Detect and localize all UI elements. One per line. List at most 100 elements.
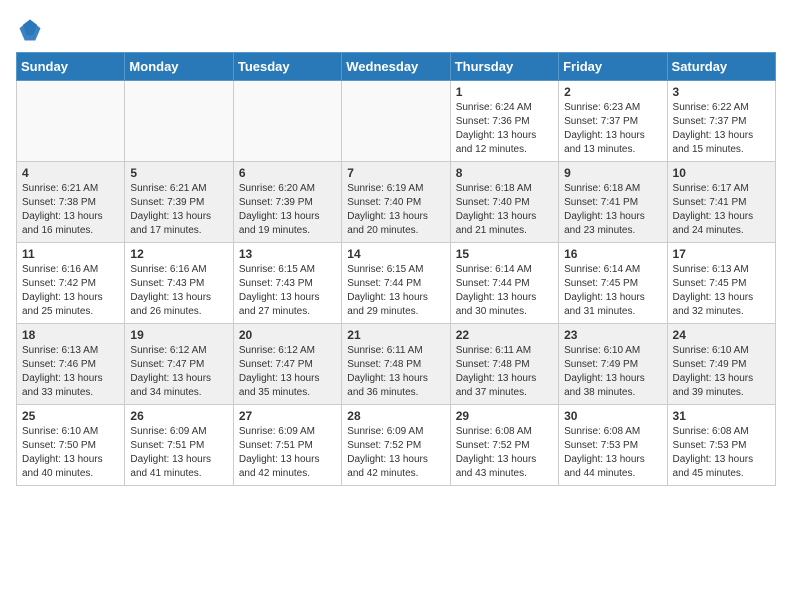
calendar-cell: 15 Sunrise: 6:14 AMSunset: 7:44 PMDayligh… [450, 243, 558, 324]
weekday-header: Sunday [17, 53, 125, 81]
day-info: Sunrise: 6:18 AMSunset: 7:40 PMDaylight:… [456, 182, 553, 238]
day-info: Sunrise: 6:14 AMSunset: 7:44 PMDaylight:… [456, 263, 553, 319]
logo-icon [16, 16, 44, 44]
calendar-cell: 20 Sunrise: 6:12 AMSunset: 7:47 PMDayligh… [233, 324, 341, 405]
day-number: 30 [564, 409, 661, 423]
day-info: Sunrise: 6:10 AMSunset: 7:49 PMDaylight:… [673, 344, 770, 400]
day-info: Sunrise: 6:19 AMSunset: 7:40 PMDaylight:… [347, 182, 444, 238]
calendar-week-row: 18 Sunrise: 6:13 AMSunset: 7:46 PMDayligh… [17, 324, 776, 405]
logo [16, 16, 48, 44]
day-number: 21 [347, 328, 444, 342]
calendar-cell: 4Sunrise: 6:21 AMSunset: 7:38 PMDaylight… [17, 162, 125, 243]
weekday-header: Tuesday [233, 53, 341, 81]
calendar-cell: 1 Sunrise: 6:24 AMSunset: 7:36 PMDaylight… [450, 81, 558, 162]
calendar-cell: 31 Sunrise: 6:08 AMSunset: 7:53 PMDayligh… [667, 405, 775, 486]
calendar-cell: 9 Sunrise: 6:18 AMSunset: 7:41 PMDaylight… [559, 162, 667, 243]
calendar-cell: 21Sunrise: 6:11 AMSunset: 7:48 PMDayligh… [342, 324, 450, 405]
calendar-cell: 5 Sunrise: 6:21 AMSunset: 7:39 PMDaylight… [125, 162, 233, 243]
day-info: Sunrise: 6:12 AMSunset: 7:47 PMDaylight:… [239, 344, 336, 400]
day-info: Sunrise: 6:09 AMSunset: 7:51 PMDaylight:… [130, 425, 227, 481]
day-number: 13 [239, 247, 336, 261]
calendar-cell: 14 Sunrise: 6:15 AMSunset: 7:44 PMDayligh… [342, 243, 450, 324]
day-info: Sunrise: 6:24 AMSunset: 7:36 PMDaylight:… [456, 101, 553, 157]
day-info: Sunrise: 6:23 AMSunset: 7:37 PMDaylight:… [564, 101, 661, 157]
calendar-cell: 17Sunrise: 6:13 AMSunset: 7:45 PMDayligh… [667, 243, 775, 324]
day-number: 12 [130, 247, 227, 261]
day-number: 10 [673, 166, 770, 180]
day-number: 7 [347, 166, 444, 180]
day-number: 2 [564, 85, 661, 99]
day-info: Sunrise: 6:13 AMSunset: 7:46 PMDaylight:… [22, 344, 119, 400]
weekday-header: Thursday [450, 53, 558, 81]
calendar-cell: 28Sunrise: 6:09 AMSunset: 7:52 PMDayligh… [342, 405, 450, 486]
day-number: 14 [347, 247, 444, 261]
day-info: Sunrise: 6:10 AMSunset: 7:50 PMDaylight:… [22, 425, 119, 481]
day-info: Sunrise: 6:22 AMSunset: 7:37 PMDaylight:… [673, 101, 770, 157]
calendar-cell: 30 Sunrise: 6:08 AMSunset: 7:53 PMDayligh… [559, 405, 667, 486]
calendar-week-row: 1 Sunrise: 6:24 AMSunset: 7:36 PMDaylight… [17, 81, 776, 162]
day-number: 25 [22, 409, 119, 423]
day-info: Sunrise: 6:12 AMSunset: 7:47 PMDaylight:… [130, 344, 227, 400]
weekday-header: Wednesday [342, 53, 450, 81]
calendar-week-row: 25 Sunrise: 6:10 AMSunset: 7:50 PMDayligh… [17, 405, 776, 486]
calendar-cell: 2 Sunrise: 6:23 AMSunset: 7:37 PMDaylight… [559, 81, 667, 162]
day-number: 15 [456, 247, 553, 261]
calendar-cell: 13 Sunrise: 6:15 AMSunset: 7:43 PMDayligh… [233, 243, 341, 324]
day-number: 18 [22, 328, 119, 342]
day-number: 27 [239, 409, 336, 423]
day-number: 4 [22, 166, 119, 180]
day-info: Sunrise: 6:09 AMSunset: 7:51 PMDaylight:… [239, 425, 336, 481]
day-number: 16 [564, 247, 661, 261]
calendar-header-row: SundayMondayTuesdayWednesdayThursdayFrid… [17, 53, 776, 81]
day-info: Sunrise: 6:15 AMSunset: 7:44 PMDaylight:… [347, 263, 444, 319]
day-number: 1 [456, 85, 553, 99]
calendar-cell: 26 Sunrise: 6:09 AMSunset: 7:51 PMDayligh… [125, 405, 233, 486]
calendar-cell: 23 Sunrise: 6:10 AMSunset: 7:49 PMDayligh… [559, 324, 667, 405]
day-number: 17 [673, 247, 770, 261]
day-number: 5 [130, 166, 227, 180]
calendar-cell [342, 81, 450, 162]
day-info: Sunrise: 6:18 AMSunset: 7:41 PMDaylight:… [564, 182, 661, 238]
day-number: 9 [564, 166, 661, 180]
day-number: 24 [673, 328, 770, 342]
day-info: Sunrise: 6:08 AMSunset: 7:52 PMDaylight:… [456, 425, 553, 481]
calendar-cell: 27 Sunrise: 6:09 AMSunset: 7:51 PMDayligh… [233, 405, 341, 486]
calendar-cell: 7 Sunrise: 6:19 AMSunset: 7:40 PMDaylight… [342, 162, 450, 243]
calendar-cell: 29 Sunrise: 6:08 AMSunset: 7:52 PMDayligh… [450, 405, 558, 486]
calendar-cell: 25 Sunrise: 6:10 AMSunset: 7:50 PMDayligh… [17, 405, 125, 486]
page-header [16, 16, 776, 44]
calendar-week-row: 4Sunrise: 6:21 AMSunset: 7:38 PMDaylight… [17, 162, 776, 243]
day-number: 8 [456, 166, 553, 180]
day-info: Sunrise: 6:15 AMSunset: 7:43 PMDaylight:… [239, 263, 336, 319]
day-number: 20 [239, 328, 336, 342]
day-info: Sunrise: 6:11 AMSunset: 7:48 PMDaylight:… [456, 344, 553, 400]
calendar-table: SundayMondayTuesdayWednesdayThursdayFrid… [16, 52, 776, 486]
calendar-cell: 22 Sunrise: 6:11 AMSunset: 7:48 PMDayligh… [450, 324, 558, 405]
calendar-cell [233, 81, 341, 162]
day-number: 31 [673, 409, 770, 423]
weekday-header: Saturday [667, 53, 775, 81]
day-number: 11 [22, 247, 119, 261]
day-number: 19 [130, 328, 227, 342]
day-info: Sunrise: 6:08 AMSunset: 7:53 PMDaylight:… [673, 425, 770, 481]
day-info: Sunrise: 6:08 AMSunset: 7:53 PMDaylight:… [564, 425, 661, 481]
day-number: 22 [456, 328, 553, 342]
calendar-cell [125, 81, 233, 162]
calendar-week-row: 11 Sunrise: 6:16 AMSunset: 7:42 PMDayligh… [17, 243, 776, 324]
calendar-cell: 6Sunrise: 6:20 AMSunset: 7:39 PMDaylight… [233, 162, 341, 243]
day-info: Sunrise: 6:21 AMSunset: 7:39 PMDaylight:… [130, 182, 227, 238]
calendar-cell: 3Sunrise: 6:22 AMSunset: 7:37 PMDaylight… [667, 81, 775, 162]
calendar-cell: 8 Sunrise: 6:18 AMSunset: 7:40 PMDaylight… [450, 162, 558, 243]
day-number: 26 [130, 409, 227, 423]
weekday-header: Monday [125, 53, 233, 81]
day-info: Sunrise: 6:10 AMSunset: 7:49 PMDaylight:… [564, 344, 661, 400]
day-number: 29 [456, 409, 553, 423]
calendar-cell: 24 Sunrise: 6:10 AMSunset: 7:49 PMDayligh… [667, 324, 775, 405]
day-info: Sunrise: 6:16 AMSunset: 7:42 PMDaylight:… [22, 263, 119, 319]
calendar-cell: 18 Sunrise: 6:13 AMSunset: 7:46 PMDayligh… [17, 324, 125, 405]
calendar-cell [17, 81, 125, 162]
calendar-cell: 10Sunrise: 6:17 AMSunset: 7:41 PMDayligh… [667, 162, 775, 243]
day-number: 6 [239, 166, 336, 180]
calendar-cell: 11 Sunrise: 6:16 AMSunset: 7:42 PMDayligh… [17, 243, 125, 324]
day-number: 23 [564, 328, 661, 342]
